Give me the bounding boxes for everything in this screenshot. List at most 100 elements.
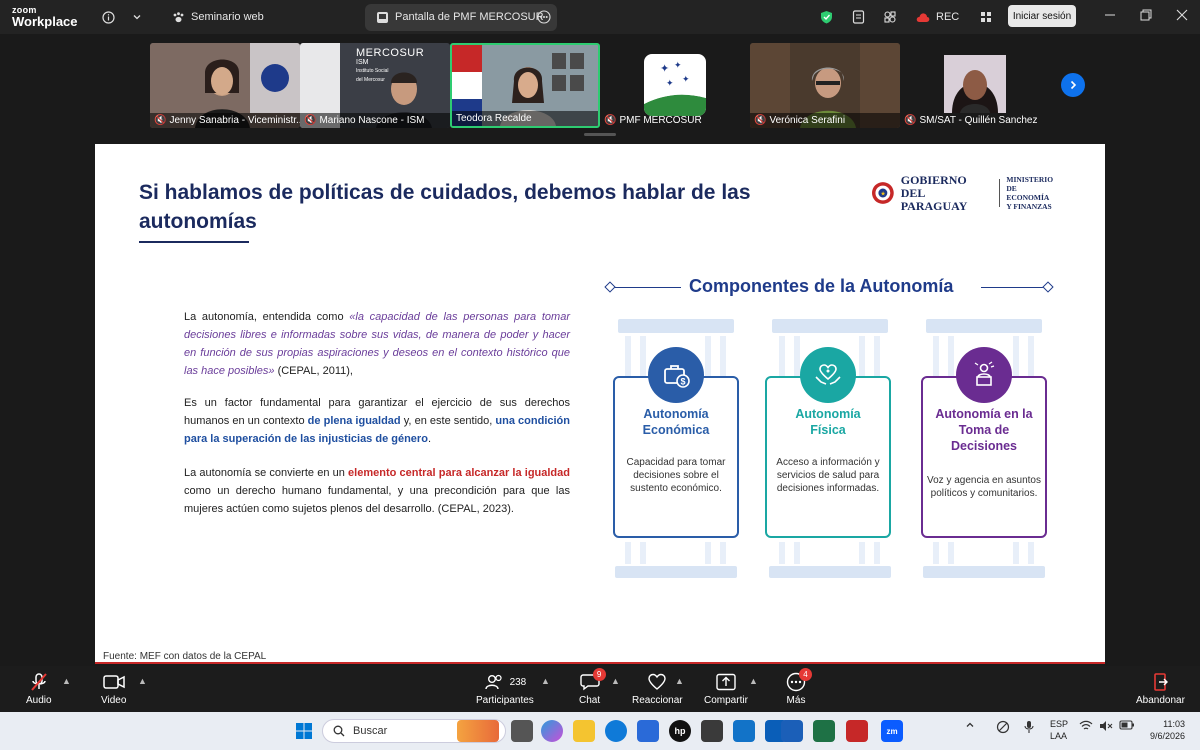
- mercosur-avatar: ✦ ✦ ✦ ✦: [644, 54, 706, 116]
- card-decisiones-title: Autonomía en la Toma de Decisiones: [921, 406, 1047, 454]
- search-icon: [333, 725, 345, 737]
- more-glyph: 4: [786, 668, 812, 692]
- video-options-caret[interactable]: ▲: [138, 676, 147, 686]
- pillar-flute: [779, 542, 785, 564]
- p3-text-2: como un derecho humano fundamental, y un…: [184, 485, 570, 515]
- encryption-shield-icon[interactable]: [820, 9, 833, 25]
- slide-title: Si hablamos de políticas de cuidados, de…: [139, 178, 799, 236]
- media-player-icon[interactable]: [701, 720, 723, 742]
- react-options-caret[interactable]: ▲: [675, 676, 684, 686]
- chevron-right-icon: [1070, 80, 1077, 90]
- chevron-down-icon[interactable]: [132, 9, 142, 25]
- excel-icon[interactable]: [813, 720, 835, 742]
- acrobat-icon[interactable]: [846, 720, 868, 742]
- participants-label: Participantes: [476, 695, 534, 706]
- hp-icon[interactable]: hp: [669, 720, 691, 742]
- components-title: Componentes de la Autonomía: [689, 276, 954, 296]
- participants-button[interactable]: 238 Participantes: [476, 672, 534, 706]
- rec-indicator[interactable]: REC: [916, 9, 959, 25]
- participant-tile[interactable]: 🔇 SM/SAT - Quillén Sanchez: [900, 43, 1050, 128]
- people-icon: [484, 674, 502, 690]
- copilot-icon[interactable]: [541, 720, 563, 742]
- svg-text:✦: ✦: [666, 78, 674, 88]
- chat-glyph: 9: [579, 668, 606, 692]
- language-indicator[interactable]: ESP LAA: [1050, 718, 1068, 742]
- bluetooth-icon[interactable]: [996, 720, 1010, 736]
- windows-start-icon[interactable]: [293, 720, 315, 742]
- pillar-base: [615, 566, 737, 578]
- chat-label: Chat: [579, 695, 601, 706]
- ministry-line3: Y FINANZAS: [1006, 202, 1052, 211]
- card-title-line2: Económica: [642, 423, 710, 437]
- minimize-icon[interactable]: [1104, 9, 1116, 24]
- share-button[interactable]: Compartir: [704, 672, 748, 706]
- clock-time: 11:03: [1163, 719, 1185, 729]
- outlook-icon[interactable]: [733, 720, 755, 742]
- card-title-line2: Decisiones: [950, 439, 1017, 453]
- audio-button[interactable]: Audio: [26, 672, 52, 706]
- notes-icon[interactable]: [852, 9, 865, 25]
- sign-in-button[interactable]: Iniciar sesión: [1008, 5, 1076, 27]
- leave-label: Abandonar: [1136, 695, 1185, 706]
- ministry-line1: MINISTERIO: [1006, 175, 1054, 184]
- file-explorer-icon[interactable]: [573, 720, 595, 742]
- task-view-icon[interactable]: [511, 720, 533, 742]
- leave-button[interactable]: Abandonar: [1136, 672, 1185, 706]
- participant-tile[interactable]: ✦ ✦ ✦ ✦ 🔇 PMF MERCOSUR: [600, 43, 750, 128]
- grid-view-icon[interactable]: [980, 9, 992, 25]
- diamond-right: [1042, 281, 1054, 293]
- share-options-caret[interactable]: ▲: [749, 676, 758, 686]
- strip-resize-handle[interactable]: [584, 133, 616, 136]
- more-button[interactable]: 4 Más: [786, 668, 812, 706]
- more-options-icon[interactable]: [537, 9, 551, 25]
- close-icon[interactable]: [1176, 9, 1188, 24]
- pillar-base: [769, 566, 891, 578]
- participant-tile[interactable]: 🔇 Jenny Sanabria - Viceministr...: [150, 43, 300, 128]
- pillar-flute: [720, 336, 726, 376]
- clock[interactable]: 11:03 9/6/2026: [1143, 718, 1185, 742]
- mercosur-line2: ISM: [356, 59, 369, 66]
- apps-icon[interactable]: [883, 9, 897, 25]
- p1-text: La autonomía, entendida como: [184, 311, 350, 323]
- edge-icon[interactable]: [605, 720, 627, 742]
- volume-icon[interactable]: [1099, 720, 1113, 734]
- leave-door-icon: [1150, 672, 1170, 692]
- active-speaker-tile[interactable]: Teodora Recalde: [450, 43, 600, 128]
- gov-name-line1: GOBIERNO DEL: [900, 172, 967, 200]
- paw-icon: [172, 11, 185, 24]
- pillar-base: [923, 566, 1045, 578]
- participants-options-caret[interactable]: ▲: [541, 676, 550, 686]
- next-page-button[interactable]: [1061, 73, 1085, 97]
- calendar-icon[interactable]: [781, 720, 803, 742]
- battery-icon[interactable]: [1119, 720, 1135, 732]
- mercosur-line3: Instituto Social: [356, 68, 389, 74]
- wifi-icon[interactable]: [1079, 720, 1093, 734]
- participants-glyph: 238: [484, 672, 526, 692]
- audio-options-caret[interactable]: ▲: [62, 676, 71, 686]
- p3-emphasis: elemento central para alcanzar la iguald…: [348, 467, 570, 479]
- zoom-taskbar-icon[interactable]: zm: [881, 720, 903, 742]
- participant-tile[interactable]: MERCOSUR ISM Instituto Social del Mercos…: [300, 43, 450, 128]
- restore-icon[interactable]: [1140, 9, 1152, 24]
- chat-button[interactable]: 9 Chat: [579, 668, 606, 706]
- chat-options-caret[interactable]: ▲: [611, 676, 620, 686]
- store-icon[interactable]: [637, 720, 659, 742]
- p2-text-2: y, en este sentido,: [400, 415, 496, 427]
- paragraph-central: La autonomía se convierte en un elemento…: [184, 464, 570, 518]
- pillar-flute: [640, 336, 646, 376]
- pillar-flute: [859, 542, 865, 564]
- tab-seminario-web[interactable]: Seminario web: [172, 9, 264, 25]
- card-fisica-desc: Acceso a información y servicios de salu…: [776, 457, 880, 494]
- card-title-line1: Autonomía: [795, 407, 861, 421]
- pillar-flute: [794, 336, 800, 376]
- svg-text:★: ★: [880, 191, 885, 198]
- participant-name-text: Teodora Recalde: [456, 113, 532, 124]
- participant-tile[interactable]: 🔇 Verónica Serafini: [750, 43, 900, 128]
- pillar-flute: [640, 542, 646, 564]
- tray-chevron-icon[interactable]: [965, 720, 975, 732]
- card-fisica-title: Autonomía Física: [765, 406, 891, 438]
- widget-banner-icon[interactable]: [457, 720, 499, 742]
- meeting-info-icon[interactable]: [102, 9, 115, 25]
- mic-tray-icon[interactable]: [1024, 720, 1034, 736]
- video-button[interactable]: Video: [101, 672, 126, 706]
